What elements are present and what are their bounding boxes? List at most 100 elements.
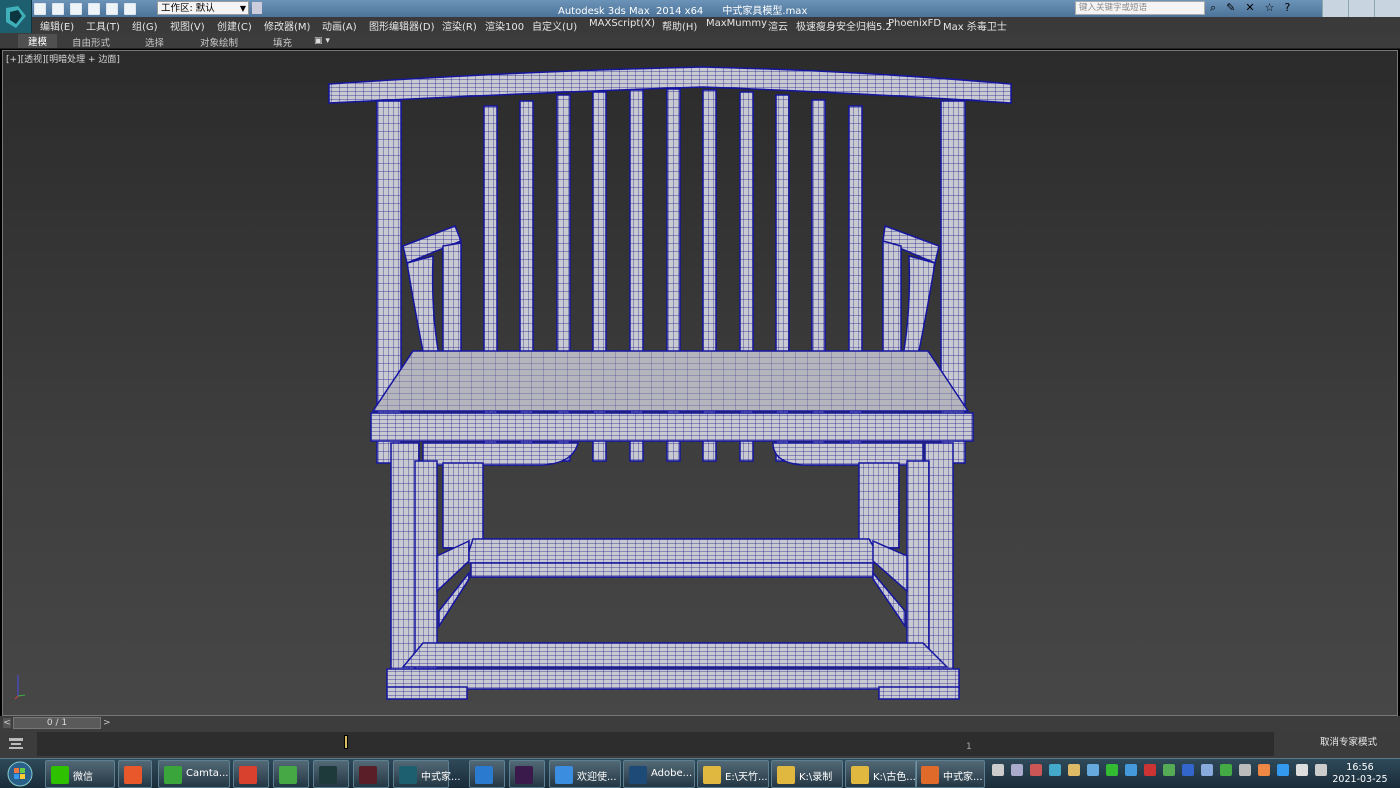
time-slider-thumb[interactable]: 0 / 1 (13, 717, 101, 729)
mini-curve-editor-icon[interactable] (8, 735, 24, 751)
cloud-icon[interactable] (1087, 764, 1099, 776)
ribbon-tab[interactable]: 建模 (18, 34, 58, 48)
start-button-icon[interactable] (3, 760, 37, 788)
input-method-icon[interactable] (1239, 764, 1251, 776)
menu-item[interactable]: 渲云 (768, 18, 788, 33)
taskbar-button[interactable]: 微信 (45, 760, 115, 788)
network-icon[interactable] (1011, 764, 1023, 776)
ribbon-tab[interactable]: 自由形式 (72, 35, 110, 49)
app-tray-icon[interactable] (1030, 764, 1042, 776)
pdf-icon[interactable] (1144, 764, 1156, 776)
wechat-tray-icon[interactable] (1106, 764, 1118, 776)
menu-item[interactable]: 修改器(M) (264, 18, 310, 33)
binoculars-icon[interactable]: ⌕ (1210, 2, 1216, 14)
taskbar-button[interactable] (353, 760, 389, 788)
menu-item[interactable]: 极速瘦身安全归档5.2 (796, 18, 892, 33)
taskbar-label: 中式家... (421, 772, 461, 783)
workspace-selector[interactable]: 工作区: 默认 ▼ (157, 1, 249, 15)
taskbar-button[interactable] (273, 760, 309, 788)
ribbon-tab[interactable]: 对象绘制 (200, 35, 238, 49)
menu-item[interactable]: PhoenixFD (888, 18, 941, 29)
taskbar-button[interactable]: K:\录制 (771, 760, 843, 788)
tools-icon[interactable]: ✎ (1226, 2, 1235, 14)
taskbar-label: E:\天竹... (725, 772, 768, 783)
menu-item[interactable]: 图形编辑器(D) (369, 18, 435, 33)
menu-item[interactable]: 视图(V) (170, 18, 205, 33)
ribbon-tab[interactable]: 填充 (273, 35, 292, 49)
menu-item[interactable]: 工具(T) (86, 18, 120, 33)
redo-icon[interactable] (106, 2, 118, 15)
clock-date: 2021-03-25 (1332, 774, 1388, 785)
app-logo-icon[interactable] (0, 0, 32, 34)
current-frame-marker[interactable] (344, 735, 348, 749)
menu-item[interactable]: 帮助(H) (662, 18, 697, 33)
star-icon[interactable]: ☆ (1265, 2, 1275, 14)
taskbar-button[interactable] (313, 760, 349, 788)
chair-wireframe-model[interactable] (3, 51, 1399, 717)
save-file-icon[interactable] (70, 2, 82, 15)
system-tray (992, 764, 1327, 776)
chevron-down-icon: ▼ (239, 4, 246, 13)
taskbar-button[interactable]: 中式家... (393, 760, 461, 788)
taskbar-button[interactable] (509, 760, 545, 788)
exchange-icon[interactable]: ✕ (1245, 2, 1254, 14)
sync-icon[interactable] (1220, 764, 1232, 776)
menu-item[interactable]: MAXScript(X) (589, 18, 655, 29)
ribbon-tabs: 建模 自由形式 选择 对象绘制 填充 ▣ ▾ (0, 33, 1400, 49)
time-slider-next-button[interactable]: > (103, 718, 113, 728)
undo-icon[interactable] (88, 2, 100, 15)
taskbar-button[interactable]: Adobe... (623, 760, 695, 788)
messenger-icon[interactable] (1201, 764, 1213, 776)
menu-item[interactable]: 渲染100 (485, 18, 524, 33)
taskbar-button[interactable]: K:\古色... (845, 760, 917, 788)
taskbar-label: 欢迎使... (577, 772, 617, 783)
menu-item[interactable]: 组(G) (132, 18, 158, 33)
perspective-viewport[interactable]: [+][透视][明暗处理 + 边面] (2, 50, 1398, 716)
menu-item[interactable]: 动画(A) (322, 18, 357, 33)
taskbar-button[interactable]: 欢迎使... (549, 760, 621, 788)
keyboard-icon[interactable] (992, 764, 1004, 776)
time-slider-prev-button[interactable]: < (3, 718, 11, 728)
menu-item[interactable]: 创建(C) (217, 18, 252, 33)
new-file-icon[interactable] (34, 2, 46, 15)
help-icon[interactable]: ? (1284, 2, 1290, 14)
axis-tripod-icon (14, 675, 26, 700)
cancel-expert-mode-button[interactable]: 取消专家模式 (1320, 734, 1377, 748)
taskbar-button[interactable]: E:\天竹... (697, 760, 769, 788)
project-folder-icon[interactable] (124, 2, 136, 15)
taskbar-button[interactable] (118, 760, 152, 788)
clock-time: 16:56 (1346, 762, 1374, 773)
minimize-button[interactable] (1322, 0, 1348, 17)
customize-toolbar-button[interactable] (252, 2, 262, 14)
volume-icon[interactable] (1315, 764, 1327, 776)
upload-icon[interactable] (1049, 764, 1061, 776)
menu-item[interactable]: 编辑(E) (40, 18, 74, 33)
workspace-label: 工作区: 默认 (161, 3, 215, 14)
menu-item[interactable]: 渲染(R) (442, 18, 477, 33)
menu-item[interactable]: MaxMummy (706, 18, 767, 29)
usb-icon[interactable] (1068, 764, 1080, 776)
clock[interactable]: 16:56 2021-03-25 (1330, 762, 1390, 786)
taskbar-button[interactable]: 中式家... (915, 760, 985, 788)
menu-item[interactable]: 自定义(U) (532, 18, 577, 33)
taskbar-button[interactable] (233, 760, 269, 788)
menu-item[interactable]: Max 杀毒卫士 (943, 18, 1007, 33)
bluetooth-icon[interactable] (1125, 764, 1137, 776)
taskbar-button[interactable] (469, 760, 505, 788)
maximize-button[interactable] (1348, 0, 1374, 17)
flag-icon[interactable] (1296, 764, 1308, 776)
security-icon[interactable] (1163, 764, 1175, 776)
help-search-input[interactable]: 键入关键字或短语 (1075, 1, 1205, 15)
track-bar-area[interactable]: 1 (37, 732, 1274, 756)
title-bar: 工作区: 默认 ▼ Autodesk 3ds Max 2014 x64 中式家具… (0, 0, 1400, 17)
window-title: Autodesk 3ds Max 2014 x64 中式家具模型.max (558, 2, 807, 17)
ribbon-tab[interactable]: 选择 (145, 35, 164, 49)
antivirus-icon[interactable] (1258, 764, 1270, 776)
display-icon[interactable] (1182, 764, 1194, 776)
open-file-icon[interactable] (52, 2, 64, 15)
close-button[interactable] (1374, 0, 1400, 17)
browser-tray-icon[interactable] (1277, 764, 1289, 776)
taskbar-button[interactable]: Camta... (158, 760, 230, 788)
taskbar-app-icon (703, 766, 721, 784)
ribbon-toggle-icon[interactable]: ▣ ▾ (314, 36, 330, 46)
